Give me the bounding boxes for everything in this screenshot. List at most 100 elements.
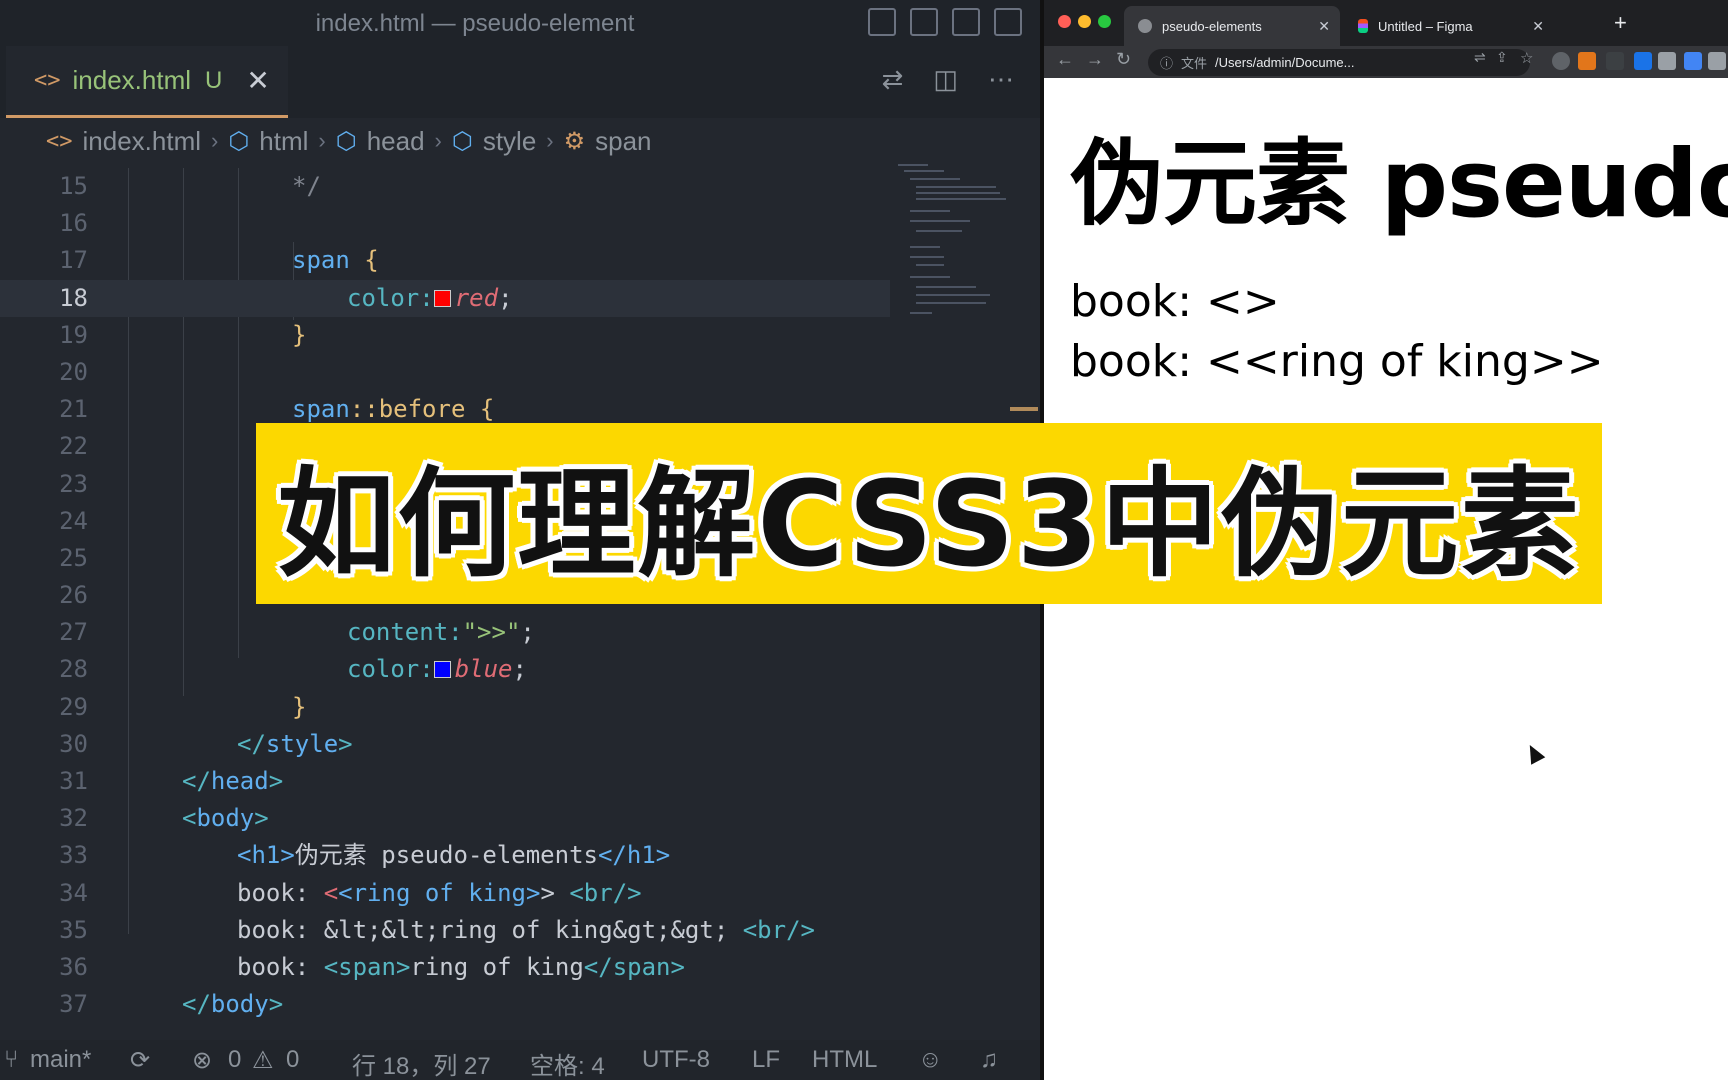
bell-icon[interactable]: ♫ (980, 1046, 998, 1074)
browser-tab-title: Untitled – Figma (1378, 18, 1473, 34)
toggle-sidebar-icon[interactable] (868, 8, 896, 36)
line-ending[interactable]: LF (752, 1046, 780, 1074)
chevron-right-icon: › (318, 128, 326, 153)
scroll-indicator[interactable] (1010, 407, 1038, 411)
extension-icon[interactable] (1658, 52, 1676, 70)
breadcrumb-head[interactable]: head (367, 126, 425, 157)
close-tab-icon[interactable]: ✕ (1318, 18, 1330, 35)
chevron-right-icon: › (434, 128, 442, 153)
status-bar: ⑂ main* ⟳ ⊗ 0 ⚠ 0 行 18，列 27 空格: 4 UTF-8 … (0, 1040, 1044, 1080)
code-line: 30 </style> (59, 729, 353, 758)
untracked-badge: U (205, 66, 223, 94)
customize-layout-icon[interactable] (994, 8, 1022, 36)
new-tab-button[interactable]: + (1614, 10, 1627, 36)
element-icon: ⬡ (228, 127, 250, 155)
code-line: 20 (59, 357, 88, 386)
branch-icon[interactable]: ⑂ (4, 1046, 18, 1074)
breadcrumb-html[interactable]: html (259, 126, 308, 157)
share-icon[interactable]: ⇪ (1496, 49, 1508, 66)
url-text[interactable]: /Users/admin/Docume... (1215, 55, 1354, 70)
split-editor-icon[interactable]: ◫ (933, 64, 958, 95)
minimize-window-button[interactable] (1078, 15, 1091, 28)
git-branch[interactable]: main* (30, 1046, 91, 1074)
breadcrumb-file[interactable]: index.html (83, 126, 202, 157)
code-line: 15 */ (59, 172, 321, 200)
minimap[interactable] (898, 160, 1008, 320)
code-line: 35 book: &lt;&lt;ring of king&gt;&gt; <br… (59, 915, 815, 944)
close-tab-icon[interactable]: ✕ (246, 64, 269, 97)
breadcrumb-span[interactable]: span (595, 126, 651, 157)
more-actions-icon[interactable]: ⋯ (988, 64, 1014, 95)
warning-icon[interactable]: ⚠ (252, 1046, 274, 1075)
html-file-icon: <> (46, 128, 73, 154)
toggle-secondary-sidebar-icon[interactable] (952, 8, 980, 36)
title-banner: 如何理解CSS3中伪元素 (256, 423, 1602, 604)
code-line: 17 span { (59, 246, 379, 275)
breadcrumb-style[interactable]: style (483, 126, 536, 157)
code-line: 36 book: <span>ring of king</span> (59, 952, 685, 981)
forward-icon[interactable]: → (1086, 49, 1104, 70)
book-line-1: book: <> (1070, 276, 1280, 327)
tab-filename: index.html (72, 65, 192, 95)
maximize-window-button[interactable] (1098, 15, 1111, 28)
reload-icon[interactable]: ↻ (1116, 49, 1131, 70)
breadcrumb: <> index.html › ⬡ html › ⬡ head › ⬡ styl… (0, 118, 1044, 164)
figma-icon (1358, 19, 1368, 33)
banner-title: 如何理解CSS3中伪元素 (277, 455, 1581, 593)
code-line: 33 <h1>伪元素 pseudo-elements</h1> (59, 841, 671, 870)
mouse-cursor-icon (1522, 741, 1546, 765)
code-line: 37 </body> (59, 990, 284, 1019)
chevron-right-icon: › (211, 128, 219, 153)
feedback-icon[interactable]: ☺ (918, 1046, 943, 1074)
browser-tab-pseudo-elements[interactable]: pseudo-elements ✕ (1124, 6, 1340, 46)
star-icon[interactable]: ☆ (1520, 49, 1533, 67)
toggle-panel-icon[interactable] (910, 8, 938, 36)
close-tab-icon[interactable]: ✕ (1532, 18, 1544, 35)
open-changes-icon[interactable]: ⇄ (882, 64, 904, 95)
encoding[interactable]: UTF-8 (642, 1046, 710, 1074)
back-icon[interactable]: ← (1056, 49, 1074, 70)
code-line: 34 book: <<ring of king>> <br/> (59, 878, 642, 907)
indentation[interactable]: 空格: 4 (530, 1046, 605, 1080)
extension-icon[interactable] (1634, 52, 1652, 70)
info-icon[interactable]: ⓘ (1160, 53, 1173, 72)
color-swatch-red[interactable] (433, 289, 451, 307)
editor-titlebar: index.html — pseudo-element (0, 0, 1044, 46)
window-title: index.html — pseudo-element (315, 10, 635, 37)
metamask-icon[interactable] (1578, 52, 1596, 70)
extension-icon[interactable] (1606, 52, 1624, 70)
code-line: 28 color: blue; (59, 655, 527, 684)
puzzle-icon[interactable] (1708, 52, 1726, 70)
warning-count[interactable]: 0 (286, 1046, 299, 1074)
code-line: 31 </head> (59, 767, 284, 795)
color-swatch-blue[interactable] (433, 661, 451, 679)
extension-icon[interactable] (1552, 52, 1570, 70)
book-line-2: book: <<ring of king>> (1070, 336, 1604, 387)
address-bar[interactable]: ⓘ 文件 /Users/admin/Docume... (1148, 49, 1530, 76)
code-line: 19} (59, 320, 307, 349)
code-line: 27 content:">>"; (59, 618, 535, 647)
cursor-position[interactable]: 行 18，列 27 (352, 1046, 491, 1080)
editor-tabbar: <> index.html U ✕ ⇄ ◫ ⋯ (0, 46, 1044, 118)
code-line: 29} (59, 692, 307, 721)
globe-icon (1138, 19, 1152, 33)
browser-tab-figma[interactable]: Untitled – Figma ✕ (1344, 6, 1554, 46)
browser-tabstrip: pseudo-elements ✕ Untitled – Figma ✕ + (1044, 0, 1728, 46)
chevron-right-icon: › (546, 128, 554, 153)
tab-index-html[interactable]: <> index.html U ✕ (6, 46, 288, 118)
code-line-current: 18 color: red; (0, 279, 890, 317)
layout-controls (868, 8, 1022, 36)
editor-actions: ⇄ ◫ ⋯ (882, 64, 1014, 95)
error-icon[interactable]: ⊗ (192, 1046, 212, 1075)
extension-icon[interactable] (1684, 52, 1702, 70)
selector-icon: ⚙ (563, 127, 586, 155)
error-count[interactable]: 0 (228, 1046, 241, 1074)
close-window-button[interactable] (1058, 15, 1071, 28)
translate-icon[interactable]: ⇌ (1474, 49, 1486, 66)
html-file-icon: <> (34, 68, 61, 93)
code-line: 32 <body> (59, 804, 269, 833)
sync-icon[interactable]: ⟳ (130, 1046, 150, 1075)
code-line: 16 (59, 209, 88, 238)
scheme-label: 文件 (1181, 56, 1208, 71)
language-mode[interactable]: HTML (812, 1046, 877, 1074)
